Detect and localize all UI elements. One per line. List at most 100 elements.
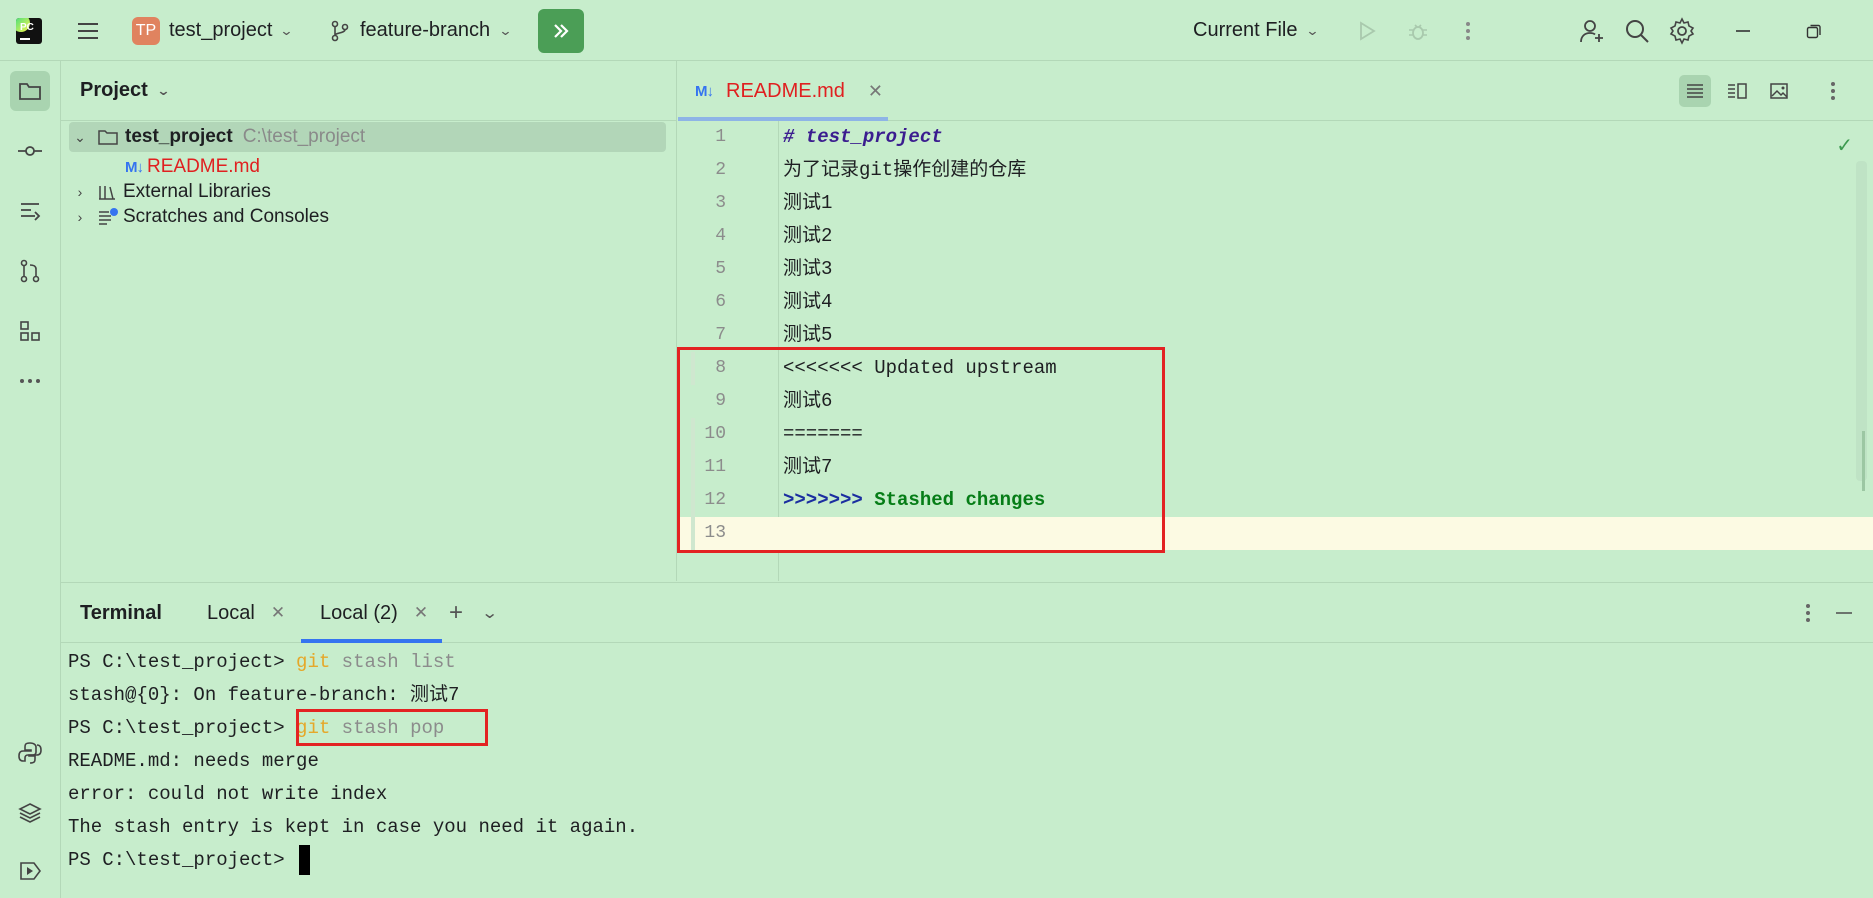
terminal-line: stash@{0}: On feature-branch: 测试7: [68, 684, 460, 706]
add-user-button[interactable]: [1574, 0, 1610, 61]
branch-selector[interactable]: feature-branch ⌄: [330, 0, 513, 61]
minimize-window-button[interactable]: [1725, 0, 1761, 61]
tree-item-project-root[interactable]: ⌄ test_project C:\test_project: [69, 122, 666, 152]
structure-tool-button[interactable]: [10, 311, 50, 351]
split-view-icon: [1728, 83, 1747, 99]
main-menu-button[interactable]: [70, 0, 106, 61]
folder-icon: [19, 83, 41, 100]
project-panel-header[interactable]: Project ⌄: [61, 61, 676, 121]
more-tools-button[interactable]: [10, 361, 50, 401]
editor-scroll-thumb[interactable]: [1862, 431, 1865, 491]
add-user-icon: [1580, 19, 1603, 42]
image-preview-icon: [1770, 83, 1788, 99]
run-configuration-label: Current File: [1193, 19, 1298, 41]
chevron-down-icon: ⌄: [279, 22, 294, 38]
more-vertical-icon[interactable]: [1805, 603, 1811, 623]
diff-icon: [21, 203, 41, 221]
double-chevron-right-icon: [554, 23, 569, 38]
title-bar: PC TP test_project ⌄ feature-branch ⌄ Cu…: [0, 0, 1873, 61]
run-button[interactable]: [1348, 0, 1384, 61]
settings-button[interactable]: [1664, 0, 1700, 61]
code-line[interactable]: 1 # test_project: [678, 121, 1873, 154]
services-play-icon: [20, 862, 41, 880]
project-tool-button[interactable]: [10, 71, 50, 111]
external-libraries-label: External Libraries: [123, 181, 271, 202]
preview-only-view-button[interactable]: [1763, 75, 1795, 107]
readme-file-name: README.md: [147, 156, 260, 177]
more-horizontal-icon: [20, 379, 40, 383]
inspection-ok-icon[interactable]: ✓: [1836, 133, 1853, 158]
minimize-icon: [1736, 29, 1750, 32]
terminal-line: The stash entry is kept in case you need…: [68, 816, 639, 838]
bug-icon: [1409, 23, 1427, 40]
close-icon[interactable]: ✕: [271, 603, 285, 623]
scratches-label: Scratches and Consoles: [123, 206, 329, 227]
git-tool-button[interactable]: [10, 251, 50, 291]
code-line[interactable]: 4 测试2: [678, 220, 1873, 253]
terminal-prompt-line[interactable]: PS C:\test_project>: [68, 844, 638, 877]
active-terminal-tab-indicator: [301, 639, 442, 643]
chevron-right-icon[interactable]: ›: [71, 209, 89, 225]
debug-button[interactable]: [1400, 0, 1436, 61]
terminal-window-actions: [1805, 583, 1853, 643]
editor-more-button[interactable]: [1817, 75, 1849, 107]
layers-icon: [18, 803, 42, 823]
commit-icon: [18, 146, 42, 156]
close-icon[interactable]: ✕: [868, 81, 883, 102]
run-widget[interactable]: [538, 0, 584, 61]
left-tool-strip: [0, 61, 61, 898]
text-lines-icon: [1687, 84, 1703, 98]
restore-window-button[interactable]: [1796, 0, 1832, 61]
python-console-tool-button[interactable]: [10, 733, 50, 773]
services-tool-button[interactable]: [10, 851, 50, 891]
chevron-right-icon[interactable]: ›: [71, 184, 89, 200]
chevron-down-icon[interactable]: ⌄: [71, 129, 89, 146]
search-icon: [1626, 19, 1649, 43]
markdown-view-toolbar: [1679, 61, 1849, 121]
terminal-title: Terminal: [80, 601, 162, 624]
more-actions-button[interactable]: [1450, 0, 1486, 61]
conflict-highlight-box: [677, 347, 1165, 553]
project-root-name: test_project: [125, 126, 233, 147]
tree-item-scratches[interactable]: › Scratches and Consoles: [69, 202, 329, 232]
code-line[interactable]: 2 为了记录git操作创建的仓库: [678, 154, 1873, 187]
chevron-down-icon[interactable]: ⌄: [481, 603, 498, 623]
search-button[interactable]: [1619, 0, 1655, 61]
markdown-icon: M↓: [125, 158, 144, 176]
terminal-output[interactable]: PS C:\test_project> git stash list stash…: [68, 646, 638, 877]
structure-icon: [20, 321, 40, 341]
new-terminal-plus-icon[interactable]: +: [449, 599, 463, 627]
folder-icon: [98, 130, 118, 145]
terminal-tab-local[interactable]: Local ✕: [207, 583, 285, 643]
code-line[interactable]: 3 测试1: [678, 187, 1873, 220]
terminal-line: PS C:\test_project> git stash list: [68, 651, 456, 673]
terminal-cursor: [299, 844, 311, 875]
git-branch-icon: [331, 20, 349, 41]
run-configuration-selector[interactable]: Current File ⌄: [1193, 0, 1320, 61]
project-root-path: C:\test_project: [242, 126, 366, 147]
tab-label: README.md: [726, 79, 845, 102]
library-icon: [99, 186, 115, 200]
chevron-down-icon: ⌄: [156, 82, 171, 98]
scratches-icon: [99, 208, 118, 225]
project-selector[interactable]: TP test_project ⌄: [132, 0, 294, 61]
terminal-tab-local-2[interactable]: Local (2) ✕: [320, 583, 428, 643]
close-icon[interactable]: ✕: [414, 603, 428, 623]
command-highlight-box: [296, 709, 488, 746]
project-badge: TP: [132, 16, 160, 45]
hide-panel-icon[interactable]: [1835, 611, 1853, 615]
restore-window-icon: [1806, 24, 1821, 38]
terminal-line: README.md: needs merge: [68, 750, 319, 772]
commit-tool-button[interactable]: [10, 131, 50, 171]
editor-only-view-button[interactable]: [1679, 75, 1711, 107]
code-line[interactable]: 6 测试4: [678, 286, 1873, 319]
pull-requests-tool-button[interactable]: [10, 191, 50, 231]
split-view-button[interactable]: [1721, 75, 1753, 107]
tab-readme[interactable]: M↓ README.md ✕: [678, 61, 888, 121]
code-line[interactable]: 5 测试3: [678, 253, 1873, 286]
terminal-tab-label: Local (2): [320, 601, 398, 624]
python-packages-tool-button[interactable]: [10, 793, 50, 833]
project-tool-window: Project ⌄ ⌄ test_project C:\test_project…: [61, 61, 677, 581]
play-icon: [1360, 20, 1376, 41]
editor-tab-bar: M↓ README.md ✕: [678, 61, 1873, 121]
